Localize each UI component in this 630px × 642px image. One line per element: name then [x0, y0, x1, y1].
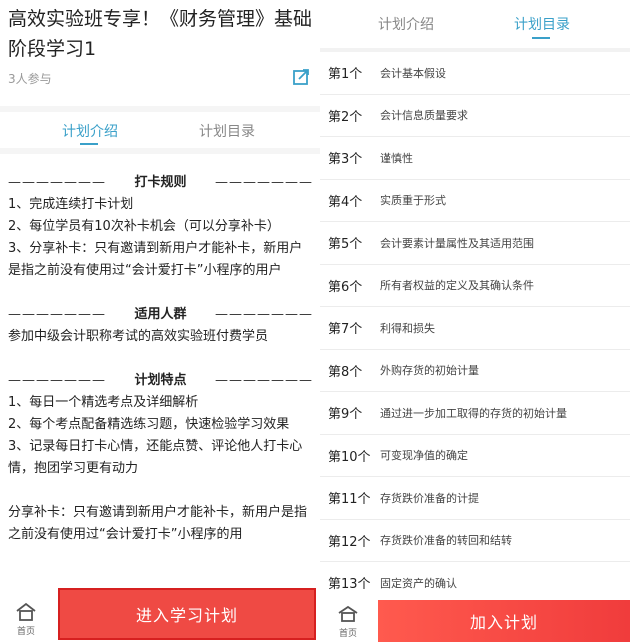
- catalog-list: 第1个 会计基本假设 第2个 会计信息质量要求 第3个 谨慎性 第4个 实质重于形式 第…: [320, 52, 630, 605]
- home-button[interactable]: 首页: [320, 600, 376, 642]
- home-label: 首页: [16, 627, 35, 637]
- plan-title: 高效实验班专享！《财务管理》基础阶段学习1: [8, 8, 313, 60]
- join-plan-button[interactable]: 加入计划: [378, 600, 630, 642]
- share-note: 分享补卡：只有邀请到新用户才能补卡，新用户是指之前没有使用过“会计爱打卡”小程序…: [8, 505, 308, 542]
- tab-bar: 计划介绍 计划目录: [0, 112, 320, 148]
- audience-line: 参加中级会计职称考试的高效实验班付费学员: [8, 329, 269, 344]
- catalog-item[interactable]: 第1个 会计基本假设: [320, 52, 630, 95]
- home-icon: [338, 605, 358, 622]
- home-icon: [16, 602, 36, 621]
- tab-plan-intro[interactable]: 计划介绍: [378, 14, 434, 34]
- plan-description: ——————— 打卡规则 ——————— 1、完成连续打卡计划 2、每位学员有1…: [8, 172, 313, 546]
- catalog-item[interactable]: 第7个 利得和损失: [320, 307, 630, 350]
- catalog-item[interactable]: 第12个 存货跌价准备的转回和结转: [320, 519, 630, 562]
- rule-line: 3、分享补卡：只有邀请到新用户才能补卡，新用户是指之前没有使用过“会计爱打卡”小…: [8, 241, 303, 278]
- feature-line: 2、每个考点配备精选练习题，快速检验学习效果: [8, 417, 290, 432]
- catalog-item[interactable]: 第2个 会计信息质量要求: [320, 94, 630, 137]
- catalog-item[interactable]: 第3个 谨慎性: [320, 137, 630, 180]
- catalog-item[interactable]: 第6个 所有者权益的定义及其确认条件: [320, 264, 630, 307]
- home-label: 首页: [338, 629, 357, 639]
- bottom-action-bar: 首页 进入学习计划: [0, 588, 320, 642]
- section-heading-rules: ——————— 打卡规则 ———————: [8, 175, 313, 190]
- catalog-item[interactable]: 第11个 存货跌价准备的计提: [320, 477, 630, 520]
- catalog-item[interactable]: 第9个 通过进一步加工取得的存货的初始计量: [320, 392, 630, 435]
- participant-count: 3人参与: [8, 72, 52, 86]
- home-button[interactable]: 首页: [0, 596, 52, 642]
- active-tab-indicator: [80, 143, 98, 145]
- share-icon[interactable]: [292, 68, 310, 86]
- catalog-item[interactable]: 第4个 实质重于形式: [320, 179, 630, 222]
- section-heading-audience: ——————— 适用人群 ———————: [8, 307, 313, 322]
- rule-line: 2、每位学员有10次补卡机会（可以分享补卡）: [8, 219, 280, 234]
- plan-catalog-panel: 计划介绍 计划目录 第1个 会计基本假设 第2个 会计信息质量要求 第3个 谨慎性 第…: [320, 0, 630, 642]
- catalog-item[interactable]: 第5个 会计要素计量属性及其适用范围: [320, 222, 630, 265]
- tab-plan-intro[interactable]: 计划介绍: [62, 121, 118, 141]
- plan-intro-panel: 高效实验班专享！《财务管理》基础阶段学习1 3人参与 计划介绍 计划目录 ———…: [0, 0, 320, 642]
- active-tab-indicator: [532, 37, 550, 39]
- tab-plan-catalog[interactable]: 计划目录: [199, 121, 255, 141]
- feature-line: 1、每日一个精选考点及详细解析: [8, 395, 199, 410]
- feature-line: 3、记录每日打卡心情，还能点赞、评论他人打卡心情，抱团学习更有动力: [8, 439, 303, 476]
- catalog-item[interactable]: 第8个 外购存货的初始计量: [320, 349, 630, 392]
- section-heading-features: ——————— 计划特点 ———————: [8, 373, 313, 388]
- tab-bar: 计划介绍 计划目录: [320, 0, 630, 48]
- catalog-item[interactable]: 第13个 固定资产的确认: [320, 562, 630, 605]
- catalog-item[interactable]: 第10个 可变现净值的确定: [320, 434, 630, 477]
- rule-line: 1、完成连续打卡计划: [8, 197, 134, 212]
- tab-plan-catalog[interactable]: 计划目录: [514, 14, 570, 34]
- divider: [0, 148, 320, 154]
- enter-study-plan-button[interactable]: 进入学习计划: [58, 588, 316, 640]
- bottom-action-bar: 首页 加入计划: [320, 600, 630, 642]
